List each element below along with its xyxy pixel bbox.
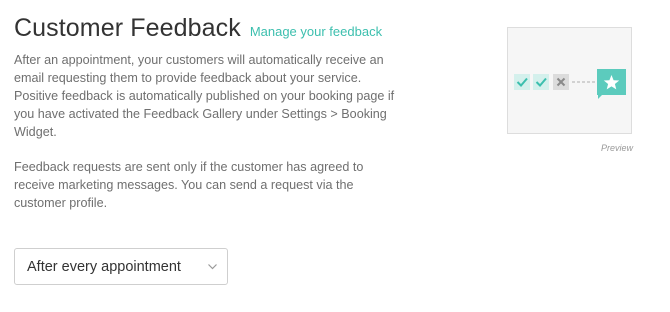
preview-caption: Preview <box>600 143 633 153</box>
page-header: Customer Feedback Manage your feedback <box>14 14 382 43</box>
select-value: After every appointment <box>27 258 181 275</box>
cross-icon <box>553 74 569 90</box>
check-icon <box>533 74 549 90</box>
preview-illustration <box>507 27 632 134</box>
marketing-consent-note: Feedback requests are sent only if the c… <box>14 160 364 210</box>
preview-graphic <box>514 69 626 99</box>
feedback-frequency-select[interactable]: After every appointment <box>14 248 228 285</box>
check-icon <box>514 74 530 90</box>
manage-feedback-link[interactable]: Manage your feedback <box>250 24 382 39</box>
description-paragraph: After an appointment, your customers wil… <box>14 53 395 139</box>
page-title: Customer Feedback <box>14 14 241 42</box>
star-icon <box>597 69 626 99</box>
chevron-down-icon <box>208 264 217 270</box>
